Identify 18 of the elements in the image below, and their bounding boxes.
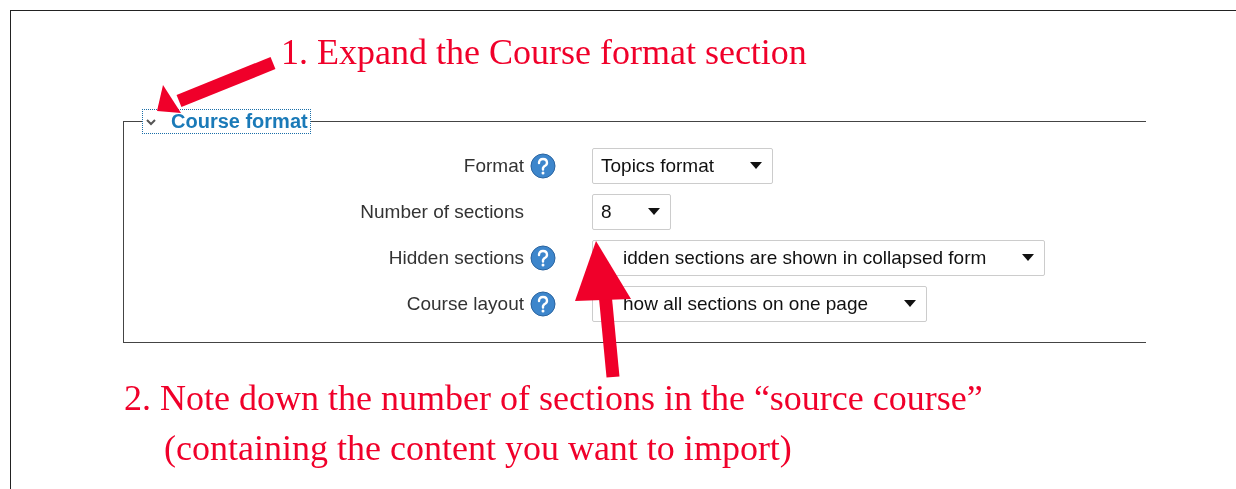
annotation-text: 2. Note down the number of sections in the “source course”: [124, 378, 983, 418]
help-icon[interactable]: [530, 291, 556, 317]
dropdown-caret-icon: [1022, 254, 1035, 262]
help-icon[interactable]: [530, 245, 556, 271]
annotation-text: (containing the content you want to import): [164, 428, 792, 468]
select-dropdown[interactable]: idden sections are shown in collapsed form: [592, 240, 1046, 276]
annotation-text: 1. Expand the Course format section: [281, 32, 807, 72]
field-label: Number of sections: [359, 201, 524, 223]
field-label: Hidden sections: [387, 247, 524, 269]
select-dropdown[interactable]: 8: [592, 194, 671, 230]
dropdown-caret-icon: [750, 162, 762, 170]
help-icon[interactable]: [530, 153, 556, 179]
select-dropdown[interactable]: how all sections on one page: [592, 286, 928, 322]
dropdown-caret-icon: [647, 208, 660, 216]
field-label: Course layout: [405, 293, 524, 315]
field-label: Format: [462, 155, 524, 177]
dropdown-caret-icon: [904, 300, 917, 308]
select-dropdown[interactable]: Topics format: [592, 148, 773, 184]
